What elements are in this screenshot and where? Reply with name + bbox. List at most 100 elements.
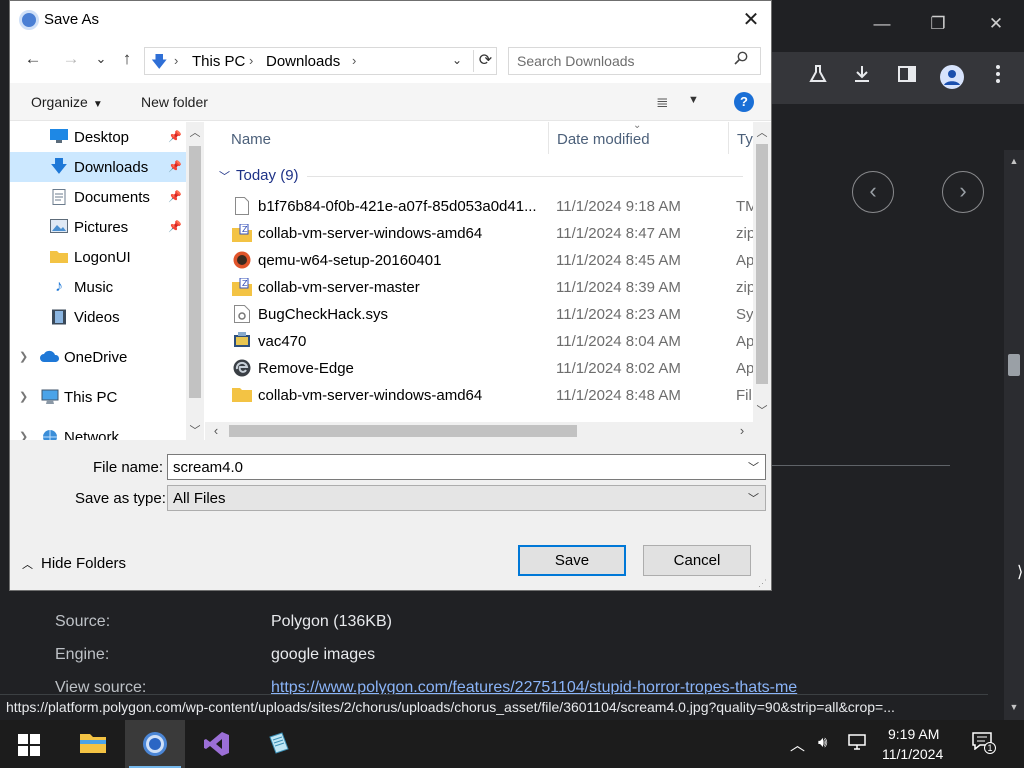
- clock-date[interactable]: 11/1/2024: [882, 746, 943, 762]
- organize-button[interactable]: Organize ▼: [31, 94, 103, 110]
- chevron-down-icon[interactable]: ﹀: [748, 459, 759, 475]
- chevron-down-icon[interactable]: ﹀: [753, 402, 771, 418]
- menu-icon[interactable]: [984, 64, 1012, 92]
- minimize-icon[interactable]: —: [868, 10, 896, 38]
- chevron-up-icon[interactable]: ︿: [186, 124, 204, 140]
- search-input[interactable]: [517, 52, 732, 70]
- chevron-down-icon[interactable]: ﹀: [186, 422, 204, 438]
- pin-icon[interactable]: 📌: [168, 160, 182, 173]
- column-divider[interactable]: [548, 122, 549, 154]
- recent-locations-button[interactable]: ⌄: [90, 48, 112, 70]
- view-options-icon[interactable]: ≣: [656, 93, 669, 111]
- file-row[interactable]: Remove-Edge 11/1/2024 8:02 AM Ap: [205, 355, 754, 382]
- column-name[interactable]: Name: [231, 131, 271, 148]
- taskbar-chrome[interactable]: [125, 720, 185, 768]
- chevron-up-icon[interactable]: ︿: [753, 124, 771, 140]
- browser-scrollbar[interactable]: ▲ ▼: [1004, 150, 1024, 720]
- pin-icon[interactable]: 📌: [168, 190, 182, 203]
- nav-item-documents[interactable]: Documents 📌: [10, 182, 186, 212]
- file-name-input[interactable]: [173, 458, 733, 476]
- nav-item-videos[interactable]: Videos: [10, 302, 186, 332]
- breadcrumb-separator[interactable]: ›: [249, 53, 253, 68]
- nav-item-pictures[interactable]: Pictures 📌: [10, 212, 186, 242]
- hide-folders-button[interactable]: ︿ Hide Folders: [22, 555, 126, 572]
- chevron-down-icon[interactable]: ﹀: [748, 490, 759, 506]
- file-row[interactable]: qemu-w64-setup-20160401 11/1/2024 8:45 A…: [205, 247, 754, 274]
- chevron-right-icon[interactable]: ❯: [19, 390, 28, 403]
- edge-app-icon: [232, 359, 252, 378]
- chevron-right-icon[interactable]: ›: [733, 423, 751, 438]
- chevron-down-icon[interactable]: ﹀: [219, 168, 230, 184]
- file-row[interactable]: collab-vm-server-windows-amd64 11/1/2024…: [205, 382, 753, 409]
- breadcrumb-this-pc[interactable]: This PC: [192, 53, 245, 70]
- column-date-modified[interactable]: Date modified: [557, 131, 650, 148]
- file-row[interactable]: BugCheckHack.sys 11/1/2024 8:23 AM Sy: [205, 301, 754, 328]
- new-folder-button[interactable]: New folder: [141, 94, 208, 110]
- start-button[interactable]: [18, 734, 40, 756]
- breadcrumb-separator[interactable]: ›: [352, 53, 356, 68]
- pin-icon[interactable]: 📌: [168, 130, 182, 143]
- file-list-horizontal-scrollbar[interactable]: ‹ ›: [205, 422, 753, 440]
- address-bar[interactable]: 🡇 › This PC › Downloads › ⌄ ⟳: [144, 47, 497, 75]
- restore-icon[interactable]: ❐: [924, 10, 952, 38]
- nav-scrollbar[interactable]: ︿ ﹀: [186, 122, 204, 440]
- file-row[interactable]: vac470 11/1/2024 8:04 AM Ap: [205, 328, 754, 355]
- column-type[interactable]: Ty: [737, 131, 753, 148]
- clock-time[interactable]: 9:19 AM: [888, 726, 939, 742]
- back-button[interactable]: ←: [22, 48, 44, 70]
- taskbar-visual-studio[interactable]: [187, 720, 247, 768]
- resize-grip-icon[interactable]: ⋰: [758, 578, 767, 589]
- file-name-combobox[interactable]: ﹀: [167, 454, 766, 480]
- scroll-thumb[interactable]: [1008, 354, 1020, 376]
- search-icon[interactable]: [734, 51, 748, 69]
- volume-icon[interactable]: 🔊︎: [818, 734, 827, 751]
- cancel-button[interactable]: Cancel: [643, 545, 751, 576]
- show-hidden-icons[interactable]: ︿: [790, 734, 805, 755]
- nav-item-network[interactable]: ❯ Network: [10, 422, 186, 440]
- address-dropdown-icon[interactable]: ⌄: [452, 53, 462, 67]
- notification-center-icon[interactable]: 1: [972, 732, 996, 754]
- pin-icon[interactable]: 📌: [168, 220, 182, 233]
- nav-item-this-pc[interactable]: ❯ This PC: [10, 382, 186, 412]
- save-button[interactable]: Save: [518, 545, 626, 576]
- chevron-left-icon[interactable]: ‹: [207, 423, 225, 438]
- scroll-up-icon[interactable]: ▲: [1004, 156, 1024, 166]
- file-row[interactable]: b1f76b84-0f0b-421e-a07f-85d053a0d41... 1…: [205, 193, 758, 220]
- scroll-thumb[interactable]: [189, 146, 201, 398]
- network-status-icon[interactable]: [848, 734, 868, 754]
- close-icon[interactable]: ✕: [736, 5, 766, 35]
- help-icon[interactable]: ?: [734, 92, 754, 112]
- chevron-right-icon[interactable]: ❯: [19, 350, 28, 363]
- chevron-down-icon[interactable]: ▼: [688, 94, 699, 106]
- next-image-button[interactable]: ›: [942, 171, 984, 213]
- browser-close-icon[interactable]: ✕: [982, 10, 1010, 38]
- file-row[interactable]: Z collab-vm-server-master 11/1/2024 8:39…: [205, 274, 755, 301]
- group-header[interactable]: ﹀ Today (9): [205, 164, 753, 188]
- breadcrumb-downloads[interactable]: Downloads: [266, 53, 340, 70]
- up-button[interactable]: ↑: [116, 48, 138, 70]
- search-box[interactable]: [508, 47, 761, 75]
- forward-button[interactable]: →: [60, 48, 82, 70]
- nav-item-onedrive[interactable]: ❯ OneDrive: [10, 342, 186, 372]
- scroll-down-icon[interactable]: ▼: [1004, 702, 1024, 712]
- taskbar-notepad[interactable]: [249, 720, 309, 768]
- previous-image-button[interactable]: ‹: [852, 171, 894, 213]
- file-row[interactable]: Z collab-vm-server-windows-amd64 11/1/20…: [205, 220, 755, 247]
- download-icon[interactable]: [848, 64, 876, 92]
- profile-icon[interactable]: [938, 64, 966, 92]
- column-divider[interactable]: [728, 122, 729, 154]
- nav-item-desktop[interactable]: Desktop 📌: [10, 122, 186, 152]
- chevron-right-icon[interactable]: ❯: [19, 430, 28, 440]
- scroll-thumb[interactable]: [229, 425, 577, 437]
- taskbar-file-explorer[interactable]: [63, 720, 123, 768]
- side-panel-icon[interactable]: [893, 64, 921, 92]
- dialog-titlebar[interactable]: Save As ✕: [10, 1, 771, 39]
- nav-item-downloads[interactable]: 🡇 Downloads 📌: [10, 152, 186, 182]
- scroll-thumb[interactable]: [756, 144, 768, 384]
- file-list-vertical-scrollbar[interactable]: ︿ ﹀: [753, 122, 771, 422]
- labs-icon[interactable]: [804, 64, 832, 92]
- nav-item-logonui[interactable]: LogonUI: [10, 242, 186, 272]
- nav-item-music[interactable]: ♪ Music: [10, 272, 186, 302]
- refresh-icon[interactable]: ⟳: [473, 50, 497, 72]
- save-as-type-select[interactable]: All Files ﹀: [167, 485, 766, 511]
